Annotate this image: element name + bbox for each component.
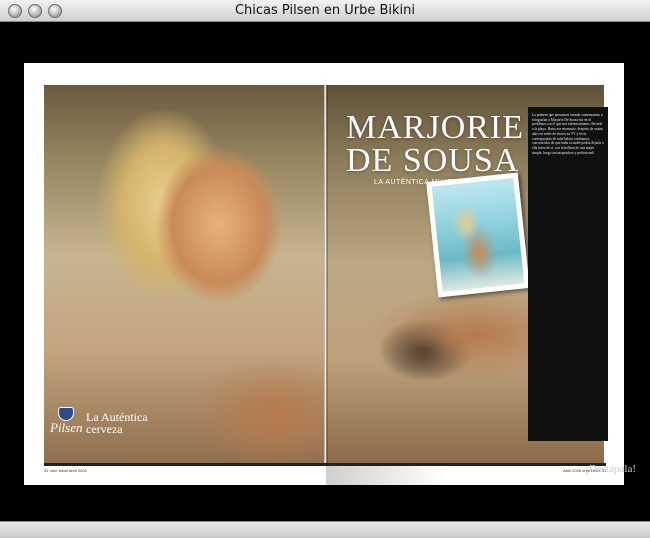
pilsen-badge: Pilsen [50,407,84,437]
page-bottom-rule [44,463,606,466]
status-bar [0,521,650,538]
destapala-caption: ¡Destápala! [585,463,636,475]
tagline-line2: cerveza [86,422,123,436]
title-bar: Chicas Pilsen en Urbe Bikini [0,0,650,22]
spread-gutter [324,85,328,463]
inset-photo [426,172,530,298]
article-column: La primera que pensamos cuando comenzamo… [528,107,608,441]
brand-name: Pilsen [50,420,83,435]
inset-photo-image [431,178,525,292]
pilsen-logo: Pilsen La Auténtica cerveza [50,407,190,441]
window-title: Chicas Pilsen en Urbe Bikini [234,3,415,18]
tagline: La Auténtica cerveza [86,411,148,435]
magazine-spread[interactable]: Pilsen La Auténtica cerveza 32 urbe biki… [24,63,624,485]
viewer-content: Pilsen La Auténtica cerveza 32 urbe biki… [0,23,650,521]
headline-line2: DE SOUSA [346,142,520,179]
headline-line1: MARJORIE [346,109,525,146]
right-page: MARJORIE DE SOUSA LA AUTÉNTICA MUJER La … [326,63,624,485]
shield-icon [58,407,74,421]
left-page: Pilsen La Auténtica cerveza 32 urbe biki… [24,63,326,485]
article-headline: MARJORIE DE SOUSA [346,109,536,179]
page-bottom-gradient [326,466,446,485]
left-page-number: 32 urbe bikini Abril 2006 [44,468,87,473]
article-text: La primera que pensamos cuando comenzamo… [532,113,604,155]
